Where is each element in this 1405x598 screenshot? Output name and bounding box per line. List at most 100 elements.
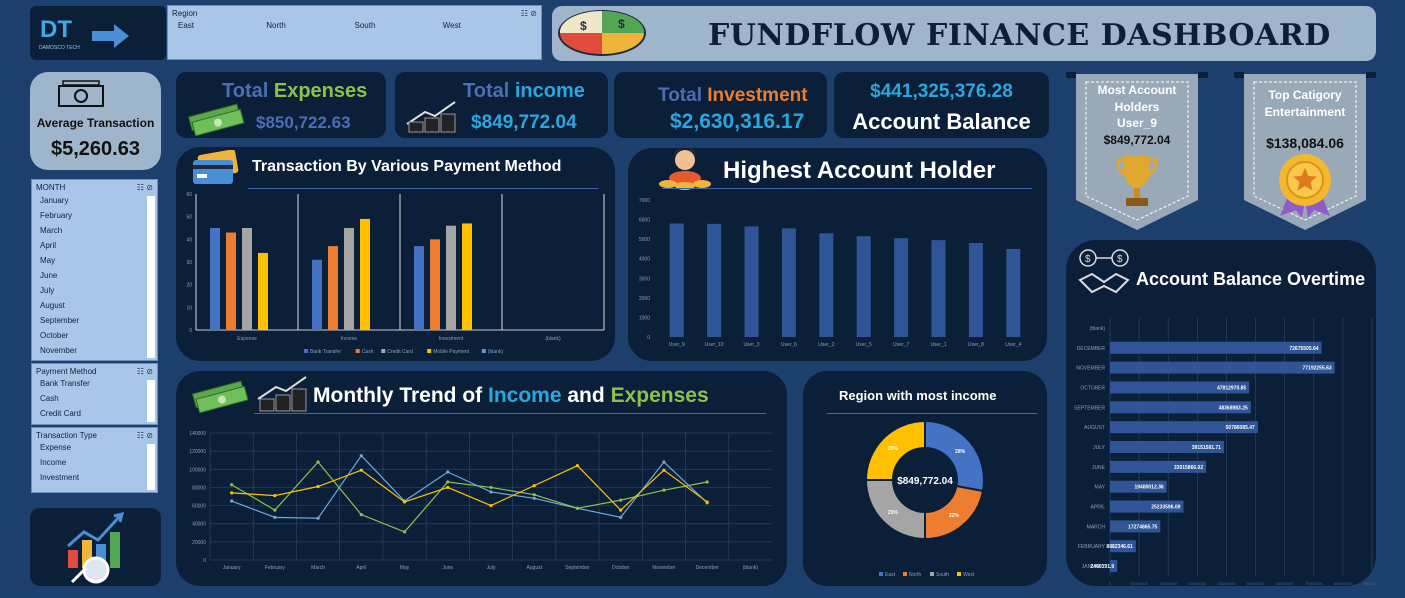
bar bbox=[258, 252, 268, 330]
bar bbox=[931, 240, 946, 337]
legend-label: West bbox=[963, 572, 975, 578]
data-point bbox=[575, 464, 580, 468]
kpi-total-income: Total income $849,772.04 bbox=[395, 72, 608, 138]
x-tick-label: Expense bbox=[237, 336, 257, 342]
x-tick-label: 40000000 bbox=[1218, 581, 1237, 586]
data-point bbox=[273, 508, 277, 512]
type-scrollbar[interactable] bbox=[147, 444, 155, 490]
legend-label: (blank) bbox=[488, 349, 504, 355]
data-point bbox=[446, 485, 450, 490]
legend-swatch bbox=[355, 349, 360, 353]
data-point bbox=[532, 496, 536, 500]
data-point bbox=[662, 468, 666, 472]
bar bbox=[242, 228, 252, 330]
data-point bbox=[619, 508, 623, 512]
data-label: 19480012.36 bbox=[1135, 485, 1164, 491]
type-option[interactable]: Expense bbox=[32, 443, 157, 455]
type-option[interactable]: Investment bbox=[32, 470, 157, 485]
bar bbox=[968, 243, 983, 337]
x-tick-label: (blank) bbox=[743, 565, 759, 571]
top-category-line1: Top Catigory bbox=[1268, 88, 1342, 102]
region-option-south[interactable]: South bbox=[355, 21, 443, 30]
month-slicer[interactable]: MONTH ☷ ⊘ January February March April Ma… bbox=[31, 179, 158, 361]
y-tick-label: 120000 bbox=[189, 449, 206, 455]
x-tick-label: User_2 bbox=[818, 342, 834, 348]
most-holders-line2: Holders bbox=[1114, 100, 1160, 114]
trend-chart-card: Monthly Trend of Income and Expenses 0 20… bbox=[176, 371, 787, 586]
trend-line-chart: 0 20000 40000 60000 80000 100000 120000 140000 J… bbox=[189, 431, 772, 571]
region-option-east[interactable]: East bbox=[178, 21, 266, 30]
legend-label: East bbox=[885, 572, 896, 578]
payment-option[interactable]: Cash bbox=[32, 391, 157, 406]
bar bbox=[856, 236, 871, 337]
x-tick-label: User_6 bbox=[781, 342, 797, 348]
region-slicer[interactable]: Region ☷ ⊘ East North South West bbox=[167, 5, 542, 60]
payment-slicer[interactable]: Payment Method ☷ ⊘ Bank Transfer Cash Cre… bbox=[31, 363, 158, 425]
bar bbox=[1110, 361, 1335, 374]
region-option-west[interactable]: West bbox=[443, 21, 531, 30]
payment-option[interactable]: Credit Card bbox=[32, 406, 157, 421]
data-point bbox=[446, 480, 450, 484]
month-option[interactable]: June bbox=[32, 268, 157, 283]
bar bbox=[781, 228, 796, 337]
payment-scrollbar[interactable] bbox=[147, 380, 155, 422]
x-tick-label: May bbox=[400, 565, 410, 571]
month-option[interactable]: February bbox=[32, 208, 157, 223]
x-tick-label: User_1 bbox=[930, 342, 946, 348]
y-tick-label: 50 bbox=[186, 215, 192, 221]
month-option[interactable]: January bbox=[32, 195, 157, 208]
data-label: 50786085.47 bbox=[1226, 425, 1255, 431]
month-scrollbar[interactable] bbox=[147, 196, 155, 358]
y-tick-label: 2000 bbox=[639, 296, 650, 302]
payment-option[interactable]: Bank Transfer bbox=[32, 379, 157, 391]
kpi-balance-label: Account Balance bbox=[852, 109, 1031, 134]
data-point bbox=[402, 500, 407, 504]
money-pie-icon: $ $ bbox=[556, 8, 648, 63]
balance-hbar-chart: 0 10000000 20000000 30000000 40000000 5000000… bbox=[1074, 318, 1376, 586]
filter-icons[interactable]: ☷ ⊘ bbox=[521, 9, 537, 18]
filter-icons[interactable]: ☷ ⊘ bbox=[137, 431, 153, 440]
x-tick-label: User_9 bbox=[669, 342, 685, 348]
most-holders-line1: Most Account bbox=[1097, 83, 1177, 97]
data-point bbox=[402, 530, 407, 534]
y-tick-label: OCTOBER bbox=[1080, 385, 1105, 391]
bar-chart-magnifier-icon bbox=[64, 510, 136, 589]
month-option[interactable]: August bbox=[32, 298, 157, 313]
month-option[interactable]: May bbox=[32, 253, 157, 268]
month-option[interactable]: July bbox=[32, 283, 157, 298]
data-label: 72675505.64 bbox=[1289, 346, 1318, 352]
region-option-north[interactable]: North bbox=[266, 21, 354, 30]
x-tick-label: January bbox=[223, 565, 241, 571]
bar bbox=[707, 223, 722, 337]
month-option[interactable]: September bbox=[32, 313, 157, 328]
money-stack-icon bbox=[186, 102, 246, 141]
kpi-income-w1: Total bbox=[463, 80, 510, 102]
data-label: 17274865.75 bbox=[1128, 524, 1157, 530]
type-option[interactable]: Income bbox=[32, 455, 157, 470]
analytics-icon-card bbox=[30, 508, 161, 586]
data-label: 33015866.02 bbox=[1174, 465, 1203, 471]
x-tick-label: March bbox=[311, 565, 325, 571]
transaction-type-slicer[interactable]: Transaction Type ☷ ⊘ Expense Income Inves… bbox=[31, 427, 158, 493]
legend-label: Mobile Payment bbox=[433, 349, 469, 355]
data-point bbox=[316, 460, 320, 464]
x-tick-label: Investment bbox=[439, 336, 464, 342]
bar bbox=[819, 233, 834, 337]
x-tick-label: User_8 bbox=[968, 342, 984, 348]
filter-icons[interactable]: ☷ ⊘ bbox=[137, 183, 153, 192]
month-option[interactable]: March bbox=[32, 223, 157, 238]
y-tick-label: FEBRUARY bbox=[1078, 544, 1106, 550]
holders-chart-card: Highest Account Holder 0 1000 2000 3000 4000… bbox=[628, 148, 1047, 361]
month-option[interactable]: October bbox=[32, 328, 157, 343]
y-tick-label: 5000 bbox=[639, 237, 650, 243]
month-option[interactable]: November bbox=[32, 343, 157, 358]
kpi-balance-value: $441,325,376.28 bbox=[870, 81, 1013, 102]
y-tick-label: 6000 bbox=[639, 218, 650, 224]
legend-swatch bbox=[930, 572, 934, 576]
avg-transaction-card: Average Transaction $5,260.63 bbox=[30, 72, 161, 170]
data-label: 2460191.9 bbox=[1091, 564, 1115, 570]
data-point bbox=[532, 493, 536, 497]
month-option[interactable]: April bbox=[32, 238, 157, 253]
x-tick-label: 0 bbox=[1109, 581, 1112, 586]
filter-icons[interactable]: ☷ ⊘ bbox=[137, 367, 153, 376]
